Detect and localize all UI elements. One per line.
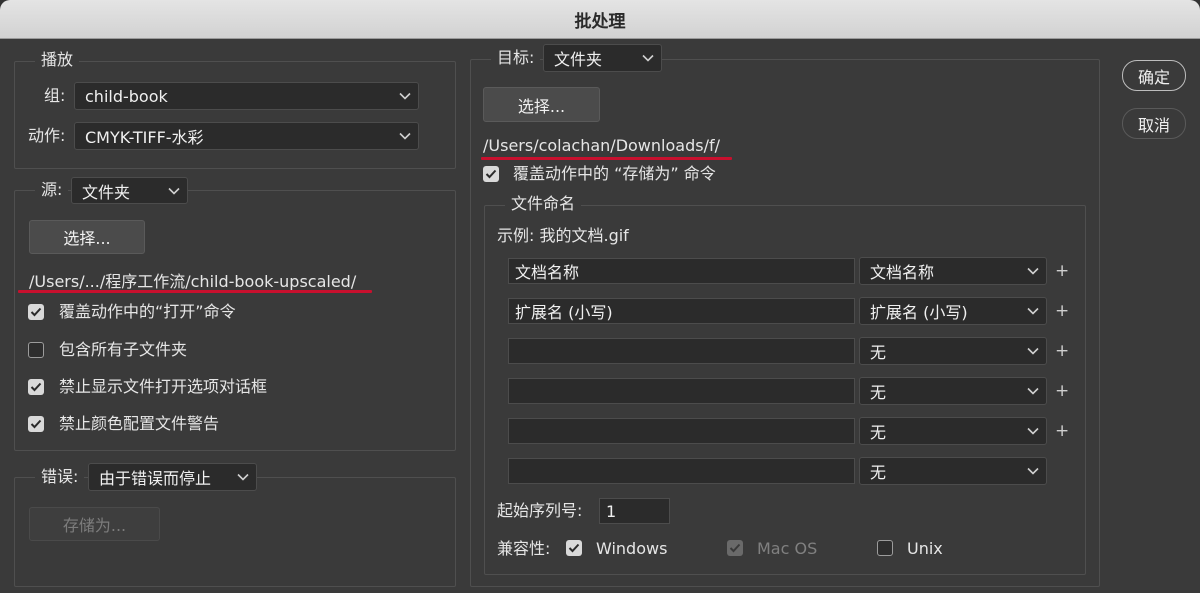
naming-field-5[interactable] bbox=[508, 418, 855, 444]
naming-field-1[interactable]: 文档名称 bbox=[508, 258, 855, 284]
naming-select-2[interactable]: 扩展名 (小写) bbox=[859, 297, 1047, 325]
naming-select-3[interactable]: 无 bbox=[859, 337, 1047, 365]
chevron-down-icon bbox=[642, 54, 654, 62]
checkmark-icon bbox=[30, 307, 42, 317]
cancel-button[interactable]: 取消 bbox=[1122, 108, 1186, 139]
set-select-value: child-book bbox=[85, 86, 168, 106]
override-save-as-checkbox[interactable] bbox=[483, 166, 499, 182]
action-label: 动作: bbox=[28, 126, 66, 145]
destination-path: /Users/colachan/Downloads/f/ bbox=[483, 136, 720, 155]
suppress-color-warnings-checkbox[interactable] bbox=[28, 416, 44, 432]
checkmark-icon bbox=[568, 543, 580, 553]
destination-label: 目标: bbox=[491, 48, 541, 68]
add-naming-row-3[interactable]: + bbox=[1055, 343, 1069, 360]
naming-select-5[interactable]: 无 bbox=[859, 417, 1047, 445]
errors-label: 错误: bbox=[35, 467, 85, 487]
source-path: /Users/.../程序工作流/child-book-upscaled/ bbox=[29, 272, 357, 291]
compat-windows-checkbox[interactable] bbox=[566, 540, 582, 556]
naming-select-4-value: 无 bbox=[870, 383, 887, 402]
action-select-value: CMYK-TIFF-水彩 bbox=[85, 128, 204, 147]
naming-field-3[interactable] bbox=[508, 338, 855, 364]
chevron-down-icon bbox=[1027, 307, 1039, 315]
source-choose-button[interactable]: 选择... bbox=[29, 220, 145, 254]
checkmark-icon bbox=[485, 169, 497, 179]
set-label: 组: bbox=[44, 86, 66, 105]
play-legend: 播放 bbox=[35, 50, 80, 70]
source-select-value: 文件夹 bbox=[82, 182, 131, 202]
naming-select-1-value: 文档名称 bbox=[870, 263, 935, 282]
errors-select[interactable]: 由于错误而停止 bbox=[88, 463, 257, 491]
checkmark-icon bbox=[30, 419, 42, 429]
serial-input[interactable]: 1 bbox=[599, 498, 670, 524]
include-subfolders-label: 包含所有子文件夹 bbox=[59, 340, 188, 359]
naming-field-2[interactable]: 扩展名 (小写) bbox=[508, 298, 855, 324]
checkmark-icon bbox=[30, 382, 42, 392]
errors-save-as-button[interactable]: 存储为... bbox=[29, 507, 160, 541]
naming-select-3-value: 无 bbox=[870, 343, 887, 362]
destination-choose-button[interactable]: 选择... bbox=[483, 87, 600, 122]
compat-macos-label: Mac OS bbox=[757, 539, 818, 558]
chevron-down-icon bbox=[1027, 347, 1039, 355]
naming-field-4[interactable] bbox=[508, 378, 855, 404]
serial-label: 起始序列号: bbox=[497, 501, 583, 520]
source-select[interactable]: 文件夹 bbox=[71, 177, 188, 204]
naming-select-4[interactable]: 无 bbox=[859, 377, 1047, 405]
destination-select[interactable]: 文件夹 bbox=[543, 44, 662, 72]
override-open-checkbox[interactable] bbox=[28, 304, 44, 320]
naming-select-5-value: 无 bbox=[870, 423, 887, 442]
add-naming-row-2[interactable]: + bbox=[1055, 303, 1069, 320]
source-label: 源: bbox=[35, 180, 69, 200]
naming-select-1[interactable]: 文档名称 bbox=[859, 257, 1047, 285]
compat-windows-label: Windows bbox=[596, 539, 668, 558]
override-save-as-label: 覆盖动作中的 “存储为” 命令 bbox=[513, 164, 716, 183]
include-subfolders-checkbox[interactable] bbox=[28, 342, 44, 358]
destination-select-value: 文件夹 bbox=[554, 50, 603, 69]
chevron-down-icon bbox=[1027, 387, 1039, 395]
play-group bbox=[14, 61, 456, 169]
compat-unix-checkbox[interactable] bbox=[877, 540, 893, 556]
override-open-label: 覆盖动作中的“打开”命令 bbox=[59, 302, 236, 321]
naming-select-2-value: 扩展名 (小写) bbox=[870, 303, 968, 322]
window-title: 批处理 bbox=[574, 11, 626, 32]
destination-path-underline bbox=[481, 157, 732, 160]
chevron-down-icon bbox=[168, 187, 180, 195]
compat-unix-label: Unix bbox=[907, 539, 943, 558]
add-naming-row-1[interactable]: + bbox=[1055, 263, 1069, 280]
chevron-down-icon bbox=[237, 473, 249, 481]
compat-label: 兼容性: bbox=[497, 539, 551, 558]
add-naming-row-5[interactable]: + bbox=[1055, 423, 1069, 440]
window-titlebar: 批处理 bbox=[0, 0, 1200, 39]
naming-select-6[interactable]: 无 bbox=[859, 457, 1047, 485]
action-select[interactable]: CMYK-TIFF-水彩 bbox=[74, 122, 419, 150]
suppress-color-warnings-label: 禁止颜色配置文件警告 bbox=[59, 414, 220, 433]
chevron-down-icon bbox=[1027, 467, 1039, 475]
naming-select-6-value: 无 bbox=[870, 463, 887, 482]
add-naming-row-4[interactable]: + bbox=[1055, 383, 1069, 400]
chevron-down-icon bbox=[399, 132, 411, 140]
suppress-open-dialogs-label: 禁止显示文件打开选项对话框 bbox=[59, 377, 268, 396]
chevron-down-icon bbox=[399, 92, 411, 100]
compat-macos-checkbox bbox=[727, 540, 743, 556]
set-select[interactable]: child-book bbox=[74, 82, 419, 110]
file-naming-legend: 文件命名 bbox=[505, 194, 582, 214]
chevron-down-icon bbox=[1027, 427, 1039, 435]
chevron-down-icon bbox=[1027, 267, 1039, 275]
errors-select-value: 由于错误而停止 bbox=[99, 469, 212, 488]
source-path-underline bbox=[18, 290, 372, 293]
ok-button[interactable]: 确定 bbox=[1122, 60, 1186, 91]
suppress-open-dialogs-checkbox[interactable] bbox=[28, 379, 44, 395]
naming-field-6[interactable] bbox=[508, 458, 855, 484]
checkmark-icon bbox=[729, 543, 741, 553]
naming-example: 示例: 我的文档.gif bbox=[497, 226, 629, 245]
